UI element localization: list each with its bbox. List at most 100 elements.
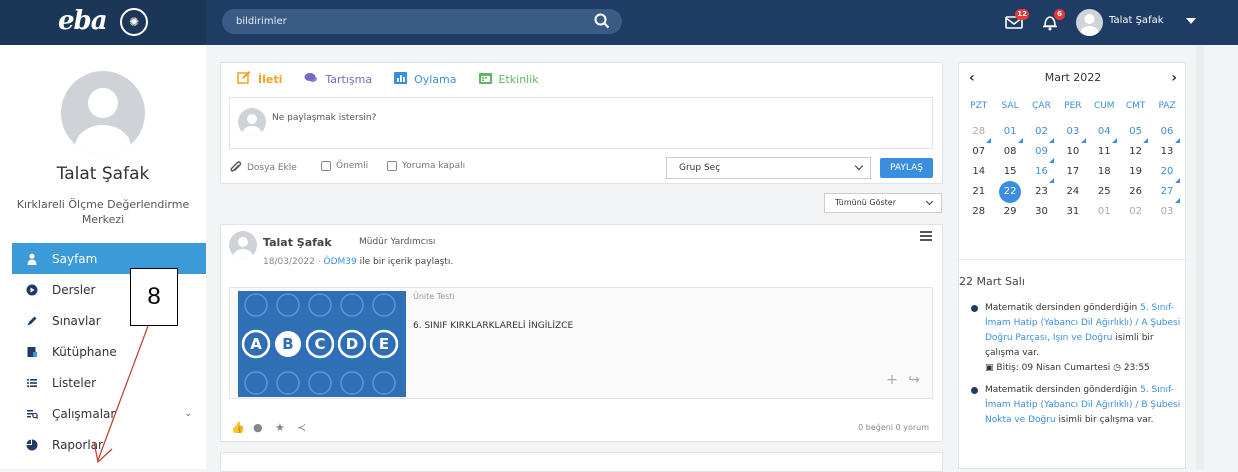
- page-scrollbar[interactable]: [1196, 45, 1204, 469]
- calendar-day[interactable]: 01: [1089, 203, 1120, 223]
- edit-icon: [237, 71, 251, 87]
- post-author-avatar[interactable]: [229, 231, 257, 259]
- calendar-day[interactable]: 01: [994, 123, 1025, 143]
- sidebar: Talat Şafak Kırklareli Ölçme Değerlendir…: [0, 45, 206, 469]
- play-circle-icon: [26, 284, 38, 296]
- calendar-day[interactable]: 13: [1151, 143, 1182, 163]
- chevron-down-icon[interactable]: ⌄: [184, 409, 192, 419]
- post-menu-icon[interactable]: [920, 231, 932, 243]
- calendar-day[interactable]: 16: [1026, 163, 1057, 183]
- calendar-day[interactable]: 05: [1120, 123, 1151, 143]
- tab-oylama[interactable]: Oylama: [394, 71, 457, 87]
- calendar-day[interactable]: 19: [1120, 163, 1151, 183]
- event-due: Bitiş: 09 Nisan Cumartesi: [996, 363, 1111, 373]
- calendar-week: 28 01 02 03 04 05 06: [963, 123, 1183, 143]
- calendar-day[interactable]: 27: [1151, 183, 1182, 203]
- feed-filter-select[interactable]: Tümünü Göster: [824, 193, 942, 213]
- post-group-link[interactable]: ÖDM39: [323, 257, 356, 267]
- user-name[interactable]: Talat Şafak: [1109, 15, 1164, 26]
- calendar-day[interactable]: 06: [1151, 123, 1182, 143]
- tab-tartisma[interactable]: Tartışma: [304, 71, 372, 87]
- search-bar: [222, 9, 622, 34]
- calendar-day[interactable]: 04: [1089, 123, 1120, 143]
- calendar-day[interactable]: 30: [1026, 203, 1057, 223]
- user-menu-caret-icon[interactable]: [1186, 18, 1196, 24]
- calendar-day[interactable]: 28: [963, 203, 994, 223]
- calendar-day[interactable]: 08: [994, 143, 1025, 163]
- important-checkbox[interactable]: Önemli: [321, 161, 368, 171]
- eba-logo[interactable]: eba: [58, 6, 108, 36]
- top-navbar: eba ✺ 12 6 Talat Şafak: [0, 0, 1238, 45]
- calendar-day[interactable]: 28: [963, 123, 994, 143]
- sidebar-item-raporlar[interactable]: Raporlar: [12, 429, 206, 460]
- notifications-count-badge: 6: [1054, 9, 1065, 20]
- sidebar-item-label: Dersler: [52, 282, 96, 297]
- comment-icon[interactable]: ●: [253, 421, 263, 434]
- feed-post: Talat Şafak Müdür Yardımcısı 18/03/2022 …: [220, 224, 943, 442]
- like-icon[interactable]: 👍: [231, 421, 245, 434]
- content-title[interactable]: 6. SINIF KIRKLARKLARELİ İNGİLİZCE: [413, 321, 573, 331]
- post-textarea[interactable]: Ne paylaşmak istersin?: [229, 97, 933, 149]
- attach-file-button[interactable]: Dosya Ekle: [229, 161, 297, 175]
- comments-closed-checkbox[interactable]: Yoruma kapalı: [387, 161, 465, 171]
- calendar-day[interactable]: 03: [1151, 203, 1182, 223]
- chevron-right-icon[interactable]: ›: [1171, 70, 1177, 86]
- tab-ileti[interactable]: İleti: [237, 71, 282, 87]
- calendar-day[interactable]: 02: [1120, 203, 1151, 223]
- notifications-button[interactable]: 6: [1040, 9, 1065, 32]
- share-arrow-icon[interactable]: ↪: [908, 372, 920, 388]
- calendar-day-today[interactable]: 22: [994, 181, 1025, 203]
- day-name: CUM: [1093, 101, 1115, 111]
- calendar-day[interactable]: 09: [1026, 143, 1057, 163]
- calendar-header: ‹ Mart 2022 ›: [959, 69, 1187, 89]
- profile-avatar[interactable]: [61, 71, 145, 155]
- share-icon[interactable]: ≺: [297, 421, 306, 434]
- share-button[interactable]: PAYLAŞ: [880, 158, 933, 178]
- post-composer: İleti Tartışma Oylama Etkinlik Ne paylaş…: [220, 62, 943, 184]
- list-icon: [26, 377, 38, 389]
- star-icon[interactable]: ★: [275, 421, 285, 434]
- post-date: 18/03/2022: [263, 257, 315, 267]
- chevron-down-icon: [925, 197, 934, 206]
- calendar-day[interactable]: 14: [963, 163, 994, 183]
- calendar-day[interactable]: 21: [963, 183, 994, 203]
- calendar-day[interactable]: 02: [1026, 123, 1057, 143]
- post-footer: 👍 ● ★ ≺ 0 beğeni 0 yorum: [229, 419, 933, 439]
- user-avatar[interactable]: [1076, 9, 1103, 36]
- tab-etkinlik[interactable]: Etkinlik: [478, 71, 539, 87]
- group-select[interactable]: Grup Seç: [666, 157, 871, 179]
- calendar-day[interactable]: 25: [1089, 183, 1120, 203]
- search-input[interactable]: [236, 9, 576, 34]
- calendar-day[interactable]: 26: [1120, 183, 1151, 203]
- add-icon[interactable]: +: [886, 372, 898, 388]
- calendar-day[interactable]: 10: [1057, 143, 1088, 163]
- tutorial-step-label: 8: [130, 268, 178, 326]
- sidebar-item-kutuphane[interactable]: Kütüphane: [12, 336, 206, 367]
- calendar-day[interactable]: 12: [1120, 143, 1151, 163]
- calendar-day[interactable]: 07: [963, 143, 994, 163]
- calendar-day[interactable]: 20: [1151, 163, 1182, 183]
- calendar-day[interactable]: 29: [994, 203, 1025, 223]
- calendar-day[interactable]: 03: [1057, 123, 1088, 143]
- sidebar-item-calismalar[interactable]: Çalışmalar ⌄: [12, 398, 206, 429]
- sidebar-item-label: Kütüphane: [52, 344, 117, 359]
- due-calendar-icon: ▣: [985, 363, 994, 373]
- calendar-day[interactable]: 23: [1026, 183, 1057, 203]
- user-silhouette-icon: [75, 88, 131, 155]
- svg-text:E: E: [379, 335, 389, 353]
- brand-area: eba ✺: [0, 0, 206, 45]
- post-author-role: Müdür Yardımcısı: [359, 237, 436, 247]
- calendar-day[interactable]: 31: [1057, 203, 1088, 223]
- shared-content-card[interactable]: A B C D E Ünite Testi 6. SINIF KIRKLARKL…: [229, 287, 933, 399]
- calendar-day[interactable]: 24: [1057, 183, 1088, 203]
- feed-post-next: [220, 452, 943, 472]
- search-icon[interactable]: [594, 13, 610, 29]
- post-author-name[interactable]: Talat Şafak: [263, 236, 332, 249]
- messages-button[interactable]: 12: [1004, 9, 1029, 32]
- calendar-day[interactable]: 18: [1089, 163, 1120, 183]
- calendar-day[interactable]: 15: [994, 163, 1025, 183]
- sidebar-item-listeler[interactable]: Listeler: [12, 367, 206, 398]
- calendar-day[interactable]: 11: [1089, 143, 1120, 163]
- calendar-day[interactable]: 17: [1057, 163, 1088, 183]
- svg-text:A: A: [250, 335, 262, 353]
